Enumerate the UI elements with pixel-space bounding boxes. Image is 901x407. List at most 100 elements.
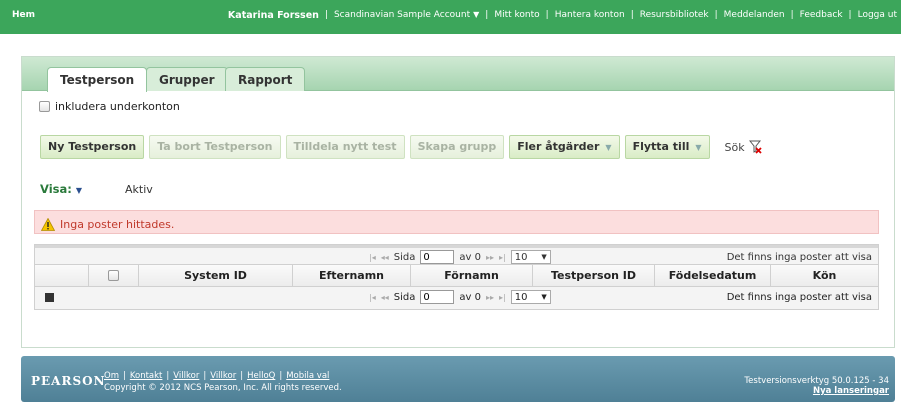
- view-label: Visa:: [40, 182, 72, 196]
- tab-bar: Testperson Grupper Rapport: [22, 57, 894, 92]
- version-info: Testversionsverktyg 50.0.125 - 34 Nya la…: [744, 376, 889, 396]
- row-number-header: [35, 265, 89, 286]
- separator: |: [545, 10, 549, 20]
- new-testperson-button[interactable]: Ny Testperson: [40, 135, 145, 159]
- col-last-name[interactable]: Efternamn: [293, 265, 411, 286]
- link-feedback[interactable]: Feedback: [800, 10, 843, 21]
- pager-controls: |◂ ◂◂ Sida av 0 ▸▸ ▸| 10 ▼: [369, 250, 551, 264]
- select-all-header: [89, 265, 139, 286]
- footer: PEARSON Om | Kontakt | Villkor | Villkor | Hello…: [21, 356, 895, 402]
- grid-header-row: System ID Efternamn Förnamn Testperson I…: [35, 265, 878, 287]
- separator: |: [240, 371, 244, 381]
- tab-testperson[interactable]: Testperson: [47, 67, 148, 92]
- first-page-icon[interactable]: |◂: [369, 253, 376, 262]
- separator: |: [203, 371, 207, 381]
- separator: |: [324, 10, 328, 20]
- next-page-icon[interactable]: ▸▸: [486, 253, 494, 262]
- page-number-input[interactable]: [420, 290, 455, 304]
- separator: |: [848, 10, 852, 20]
- tab-report[interactable]: Rapport: [225, 67, 306, 91]
- footer-link-terms[interactable]: Villkor: [173, 371, 199, 381]
- move-to-dropdown[interactable]: Flytta till ▼: [624, 135, 710, 159]
- footer-link-helloq[interactable]: HelloQ: [247, 371, 275, 381]
- page-label: Sida: [393, 291, 416, 303]
- top-pager: |◂ ◂◂ Sida av 0 ▸▸ ▸| 10 ▼ Det finns inga…: [35, 245, 878, 265]
- separator: |: [714, 10, 718, 20]
- user-name[interactable]: Katarina Forssen: [228, 10, 319, 21]
- first-page-icon[interactable]: |◂: [369, 293, 376, 302]
- link-logout[interactable]: Logga ut: [858, 10, 897, 21]
- column-chooser-icon[interactable]: [45, 293, 54, 302]
- chevron-down-icon: ▼: [541, 253, 547, 261]
- clear-filter-icon[interactable]: [748, 140, 762, 154]
- rows-per-page-select[interactable]: 10 ▼: [510, 290, 551, 304]
- warning-icon: [41, 217, 55, 231]
- include-subaccounts-label: inkludera underkonton: [55, 100, 180, 113]
- view-filter-value: Aktiv: [125, 183, 153, 196]
- top-navigation-bar: Hem Katarina Forssen | Scandinavian Samp…: [0, 0, 901, 34]
- main-panel: Testperson Grupper Rapport inkludera und…: [21, 56, 895, 348]
- rows-per-page-select[interactable]: 10 ▼: [510, 250, 551, 264]
- include-subaccounts-checkbox[interactable]: [39, 101, 50, 112]
- top-nav-links: Katarina Forssen | Scandinavian Sample A…: [228, 10, 897, 21]
- link-my-account[interactable]: Mitt konto: [494, 10, 539, 21]
- account-label: Scandinavian Sample Account: [333, 10, 471, 20]
- delete-testperson-button[interactable]: Ta bort Testperson: [149, 135, 281, 159]
- link-resource-library[interactable]: Resursbibliotek: [640, 10, 709, 21]
- account-dropdown[interactable]: Scandinavian Sample Account ▼: [334, 10, 479, 21]
- create-group-button[interactable]: Skapa grupp: [409, 135, 505, 159]
- chevron-down-icon: ▼: [605, 143, 612, 152]
- page-label: Sida: [393, 251, 416, 263]
- caret-down-icon: ▼: [473, 10, 480, 19]
- select-all-checkbox[interactable]: [108, 270, 119, 281]
- no-records-alert: Inga poster hittades.: [34, 210, 879, 234]
- col-gender[interactable]: Kön: [771, 265, 878, 286]
- home-link[interactable]: Hem: [12, 10, 35, 20]
- chevron-down-icon: ▼: [541, 293, 547, 301]
- last-page-icon[interactable]: ▸|: [499, 293, 506, 302]
- move-to-label: Flytta till: [632, 140, 690, 153]
- separator: |: [630, 10, 634, 20]
- col-testperson-id[interactable]: Testperson ID: [533, 265, 655, 286]
- prev-page-icon[interactable]: ◂◂: [381, 253, 389, 262]
- footer-link-about[interactable]: Om: [104, 371, 119, 381]
- page-number-input[interactable]: [420, 250, 455, 264]
- release-notes-link[interactable]: Nya lanseringar: [813, 386, 889, 396]
- footer-link-mobile[interactable]: Mobila val: [286, 371, 329, 381]
- include-subaccounts-row: inkludera underkonton: [39, 100, 180, 113]
- page-of-label: av 0: [459, 291, 481, 303]
- testperson-grid: |◂ ◂◂ Sida av 0 ▸▸ ▸| 10 ▼ Det finns inga…: [34, 244, 879, 310]
- alert-text: Inga poster hittades.: [60, 217, 175, 231]
- footer-link-contact[interactable]: Kontakt: [130, 371, 163, 381]
- pearson-logo: PEARSON: [31, 374, 106, 388]
- next-page-icon[interactable]: ▸▸: [486, 293, 494, 302]
- more-actions-dropdown[interactable]: Fler åtgärder ▼: [509, 135, 620, 159]
- last-page-icon[interactable]: ▸|: [499, 253, 506, 262]
- footer-links: Om | Kontakt | Villkor | Villkor | HelloQ | Mobila…: [104, 371, 329, 381]
- assign-test-button[interactable]: Tilldela nytt test: [285, 135, 405, 159]
- tab-groups[interactable]: Grupper: [146, 67, 228, 91]
- view-filter-dropdown[interactable]: Visa: ▼: [40, 182, 82, 196]
- separator: |: [279, 371, 283, 381]
- search-label: Sök: [724, 140, 745, 154]
- pager-controls: |◂ ◂◂ Sida av 0 ▸▸ ▸| 10 ▼: [369, 290, 551, 304]
- col-system-id[interactable]: System ID: [139, 265, 293, 286]
- more-actions-label: Fler åtgärder: [517, 140, 600, 153]
- bottom-pager: |◂ ◂◂ Sida av 0 ▸▸ ▸| 10 ▼ Det finns inga…: [35, 287, 878, 309]
- link-manage-accounts[interactable]: Hantera konton: [555, 10, 625, 21]
- col-birthdate[interactable]: Födelsedatum: [655, 265, 771, 286]
- separator: |: [790, 10, 794, 20]
- link-messages[interactable]: Meddelanden: [724, 10, 785, 21]
- search-toggle[interactable]: Sök: [725, 140, 762, 154]
- no-records-info: Det finns inga poster att visa: [726, 292, 872, 303]
- no-records-info: Det finns inga poster att visa: [726, 252, 872, 263]
- chevron-down-icon: ▼: [695, 143, 702, 152]
- prev-page-icon[interactable]: ◂◂: [381, 293, 389, 302]
- caret-down-icon: ▼: [75, 186, 83, 195]
- action-toolbar: Ny Testperson Ta bort Testperson Tilldel…: [40, 135, 762, 159]
- separator: |: [122, 371, 126, 381]
- footer-link-terms-2[interactable]: Villkor: [210, 371, 236, 381]
- separator: |: [485, 10, 489, 20]
- copyright-text: Copyright © 2012 NCS Pearson, Inc. All r…: [104, 383, 342, 393]
- col-first-name[interactable]: Förnamn: [411, 265, 533, 286]
